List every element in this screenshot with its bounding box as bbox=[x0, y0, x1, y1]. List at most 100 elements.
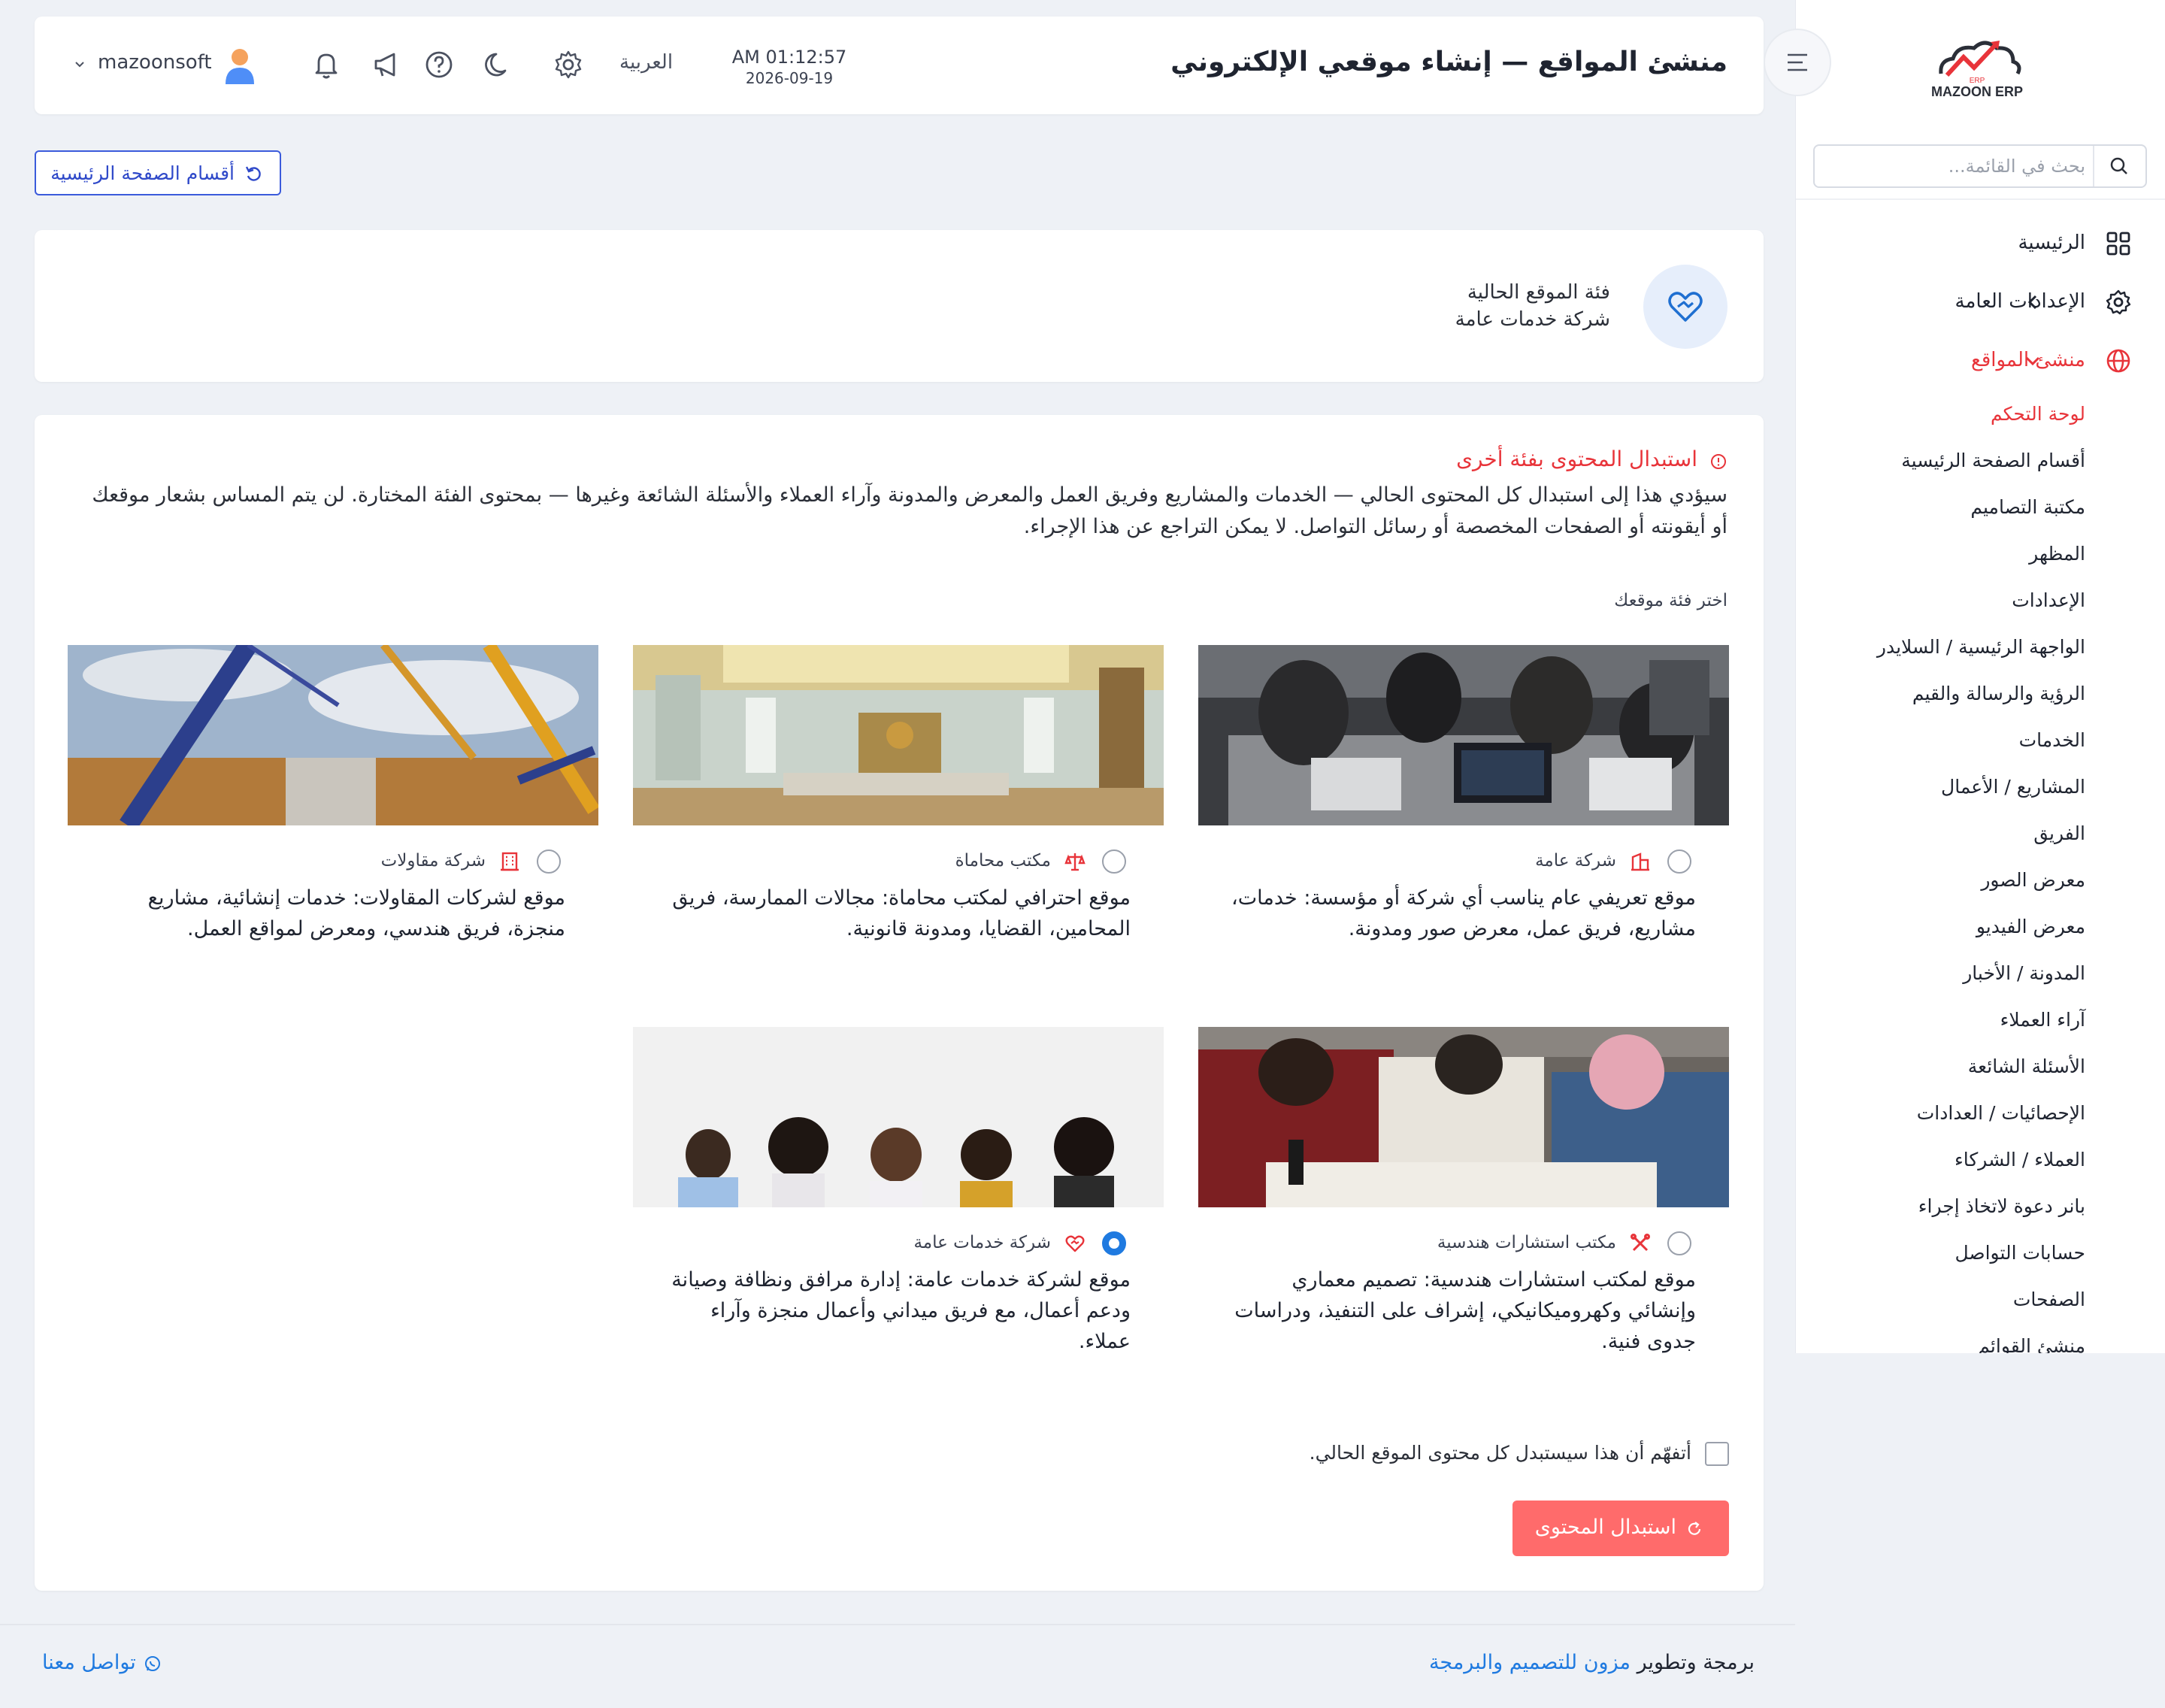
sidebar-subitem-photo-gallery[interactable]: معرض الصور bbox=[1981, 869, 2085, 891]
category-radio[interactable] bbox=[1667, 1231, 1691, 1255]
mazoon-erp-logo[interactable]: ERP MAZOON ERP bbox=[1924, 30, 2030, 105]
page-title: منشئ المواقع — إنشاء موقعي الإلكتروني bbox=[1170, 47, 1727, 77]
category-name: مكتب استشارات هندسية bbox=[1437, 1233, 1616, 1252]
category-description: موقع لمكتب استشارات هندسية: تصميم معماري… bbox=[1234, 1268, 1696, 1353]
courtroom-photo bbox=[633, 645, 1164, 825]
footer-credit-prefix: برمجة وتطوير bbox=[1637, 1651, 1755, 1674]
sidebar-subitem-menu-builder[interactable]: منشئ القوائم bbox=[1978, 1335, 2085, 1353]
chevron-left-icon[interactable] bbox=[2021, 290, 2045, 314]
refresh-icon bbox=[1685, 1520, 1703, 1538]
clock: AM 01:12:57 2026-09-19 bbox=[714, 47, 864, 87]
category-description: موقع احترافي لمكتب محاماة: مجالات الممار… bbox=[672, 886, 1131, 940]
home-sections-button-label: أقسام الصفحة الرئيسية bbox=[50, 162, 235, 184]
scales-icon bbox=[1064, 851, 1086, 872]
category-name: مكتب محاماة bbox=[955, 851, 1051, 871]
top-header: منشئ المواقع — إنشاء موقعي الإلكتروني AM… bbox=[35, 17, 1764, 114]
sidebar-subitem-social-accounts[interactable]: حسابات التواصل bbox=[1955, 1242, 2085, 1264]
whatsapp-icon bbox=[144, 1655, 162, 1673]
confirm-replace-checkbox-row[interactable]: أتفهّم أن هذا سيستبدل كل محتوى الموقع ال… bbox=[1308, 1439, 1729, 1469]
current-category-card: فئة الموقع الحالية شركة خدمات عامة bbox=[35, 230, 1764, 382]
username[interactable]: mazoonsoft bbox=[98, 51, 212, 74]
current-category-label: فئة الموقع الحالية bbox=[1467, 281, 1610, 304]
category-description: موقع تعريفي عام يناسب أي شركة أو مؤسسة: … bbox=[1231, 886, 1696, 940]
sidebar-subitem-blog[interactable]: المدونة / الأخبار bbox=[1963, 962, 2085, 984]
footer-credit-link[interactable]: مزون للتصميم والبرمجة bbox=[1429, 1651, 1631, 1674]
category-option-engineering-consulting[interactable]: مكتب استشارات هندسية موقع لمكتب استشارات… bbox=[1198, 1027, 1729, 1373]
category-description: موقع لشركات المقاولات: خدمات إنشائية، مش… bbox=[147, 886, 565, 940]
replace-warning-text: سيؤدي هذا إلى استبدال كل المحتوى الحالي … bbox=[92, 483, 1727, 538]
confirm-replace-label[interactable]: أتفهّم أن هذا سيستبدل كل محتوى الموقع ال… bbox=[1310, 1442, 1691, 1464]
sidebar-search-input[interactable] bbox=[1830, 146, 2085, 186]
sidebar-subitem-cta-banner[interactable]: بانر دعوة لاتخاذ إجراء bbox=[1918, 1195, 2085, 1217]
category-radio[interactable] bbox=[537, 849, 561, 874]
heart-hands-icon bbox=[1668, 292, 1703, 322]
category-option-contracting-company[interactable]: شركة مقاولات موقع لشركات المقاولات: خدما… bbox=[68, 645, 598, 991]
undo-arrow-icon bbox=[244, 164, 263, 183]
sidebar-subitem-hero-slider[interactable]: الواجهة الرئيسية / السلايدر bbox=[1877, 636, 2085, 658]
category-option-general-company[interactable]: شركة عامة موقع تعريفي عام يناسب أي شركة … bbox=[1198, 645, 1729, 991]
current-category-value: شركة خدمات عامة bbox=[1455, 308, 1610, 331]
category-name: شركة مقاولات bbox=[380, 851, 486, 871]
team-group-photo bbox=[633, 1027, 1164, 1207]
sidebar-subitem-clients[interactable]: العملاء / الشركاء bbox=[1955, 1149, 2085, 1170]
sidebar-subitem-home-sections[interactable]: أقسام الصفحة الرئيسية bbox=[1901, 450, 2085, 471]
chevron-down-icon[interactable] bbox=[72, 57, 87, 72]
replace-warning-title: استبدال المحتوى بفئة أخرى bbox=[1456, 447, 1727, 471]
avatar[interactable] bbox=[220, 45, 260, 86]
sidebar-subitem-pages[interactable]: الصفحات bbox=[2013, 1289, 2085, 1310]
info-circle-icon bbox=[1709, 451, 1727, 469]
category-name: شركة عامة bbox=[1535, 851, 1616, 871]
settings-gear-icon[interactable] bbox=[552, 48, 585, 81]
footer-divider bbox=[0, 1624, 1795, 1625]
engineers-drawings-photo bbox=[1198, 1027, 1729, 1207]
sidebar-subitem-vision-mission[interactable]: الرؤية والرسالة والقيم bbox=[1912, 683, 2085, 704]
sidebar-subitem-appearance[interactable]: المظهر bbox=[2029, 543, 2085, 565]
globe-icon bbox=[2105, 347, 2132, 374]
category-radio-selected[interactable] bbox=[1102, 1231, 1126, 1255]
sidebar-item-site-builder[interactable]: منشئ المواقع bbox=[1796, 338, 2165, 383]
sidebar-subitem-services[interactable]: الخدمات bbox=[2019, 729, 2085, 751]
menu-lines-icon bbox=[1788, 53, 1807, 71]
grid-icon bbox=[2105, 230, 2132, 257]
sidebar-subitem-testimonials[interactable]: آراء العملاء bbox=[2000, 1009, 2085, 1031]
megaphone-icon[interactable] bbox=[370, 48, 403, 81]
footer-contact-link[interactable]: تواصل معنا bbox=[42, 1651, 162, 1674]
chevron-down-icon[interactable] bbox=[2021, 349, 2045, 373]
sidebar-subitem-stats[interactable]: الإحصائيات / العدادات bbox=[1917, 1102, 2085, 1124]
confirm-replace-checkbox[interactable] bbox=[1705, 1442, 1729, 1466]
category-radio[interactable] bbox=[1102, 849, 1126, 874]
sidebar-subitem-video-gallery[interactable]: معرض الفيديو bbox=[1976, 916, 2085, 937]
current-category-icon-wrap bbox=[1643, 265, 1727, 349]
sidebar-subitem-team[interactable]: الفريق bbox=[2033, 822, 2085, 844]
category-description: موقع لشركة خدمات عامة: إدارة مرافق ونظاف… bbox=[671, 1268, 1131, 1353]
sidebar-divider bbox=[1796, 198, 2165, 200]
clock-date: 2026-09-19 bbox=[745, 69, 834, 87]
language-switch[interactable]: العربية bbox=[619, 51, 673, 74]
gear-icon bbox=[2105, 289, 2132, 316]
replace-content-button[interactable]: استبدال المحتوى bbox=[1512, 1501, 1729, 1556]
sidebar-item-label: الرئيسية bbox=[2018, 232, 2085, 254]
dark-mode-moon-icon[interactable] bbox=[483, 48, 516, 81]
home-sections-button[interactable]: أقسام الصفحة الرئيسية bbox=[35, 150, 281, 195]
sidebar-toggle-button[interactable] bbox=[1764, 29, 1831, 96]
sidebar-subitem-faq[interactable]: الأسئلة الشائعة bbox=[1968, 1055, 2085, 1077]
category-option-general-services[interactable]: شركة خدمات عامة موقع لشركة خدمات عامة: إ… bbox=[633, 1027, 1164, 1373]
sidebar-search[interactable] bbox=[1813, 144, 2147, 188]
replace-content-card: استبدال المحتوى بفئة أخرى سيؤدي هذا إلى … bbox=[35, 415, 1764, 1591]
search-icon[interactable] bbox=[2093, 146, 2145, 186]
bell-icon[interactable] bbox=[310, 48, 343, 81]
help-icon[interactable] bbox=[422, 48, 456, 81]
office-laptops-photo bbox=[1198, 645, 1729, 825]
construction-cranes-photo bbox=[68, 645, 598, 825]
sidebar-item-general-settings[interactable]: الإعدادات العامة bbox=[1796, 280, 2165, 325]
sidebar-subitem-projects[interactable]: المشاريع / الأعمال bbox=[1941, 776, 2085, 798]
category-option-law-firm[interactable]: مكتب محاماة موقع احترافي لمكتب محاماة: م… bbox=[633, 645, 1164, 991]
category-radio[interactable] bbox=[1667, 849, 1691, 874]
office-building-icon bbox=[499, 851, 520, 872]
sidebar-subitem-design-library[interactable]: مكتبة التصاميم bbox=[1970, 496, 2085, 518]
sidebar-subitem-dashboard[interactable]: لوحة التحكم bbox=[1991, 403, 2085, 425]
footer-contact-label: تواصل معنا bbox=[42, 1651, 136, 1674]
heart-hands-icon bbox=[1064, 1233, 1086, 1254]
sidebar-item-home[interactable]: الرئيسية bbox=[1796, 221, 2165, 266]
sidebar-subitem-settings[interactable]: الإعدادات bbox=[2012, 589, 2085, 611]
